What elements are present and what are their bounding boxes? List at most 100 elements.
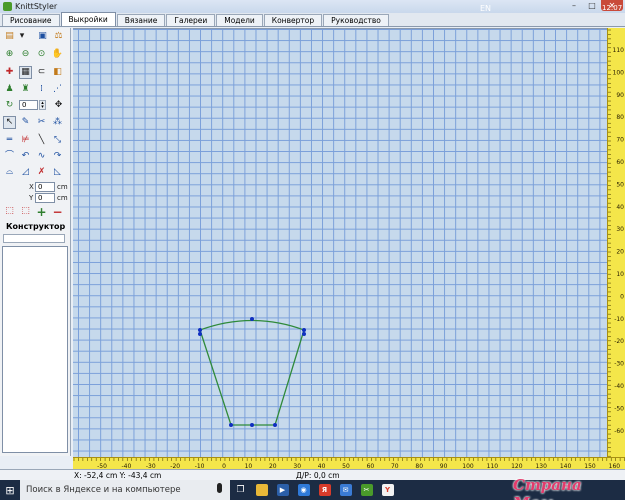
x-unit-label: cm bbox=[57, 183, 68, 191]
x-label: X bbox=[29, 183, 34, 191]
add-point-icon[interactable]: ⁂ bbox=[51, 116, 64, 129]
add-icon[interactable]: + bbox=[35, 205, 48, 218]
taskbar-search[interactable]: Поиск в Яндексе и на компьютере bbox=[20, 480, 230, 500]
link-icon[interactable]: ⊂ bbox=[35, 66, 48, 79]
remove-icon[interactable]: − bbox=[51, 205, 64, 218]
start-icon[interactable]: ⊞ bbox=[0, 480, 20, 500]
shape-left-icon[interactable]: ◿ bbox=[19, 166, 32, 179]
vertical-ruler-label: 20 bbox=[616, 249, 624, 256]
shape-cut-icon[interactable]: ✗ bbox=[35, 166, 48, 179]
figure-alt-icon[interactable]: ♜ bbox=[19, 83, 32, 96]
vertical-ruler-label: -50 bbox=[614, 405, 624, 412]
select-icon[interactable]: ↖ bbox=[3, 116, 16, 129]
select-area-icon[interactable]: ⬚ bbox=[3, 205, 16, 218]
move-icon[interactable]: ✥ bbox=[52, 99, 65, 112]
vertical-ruler-label: 110 bbox=[613, 47, 625, 54]
media-icon[interactable]: ▶ bbox=[272, 480, 293, 500]
microphone-icon[interactable] bbox=[217, 483, 222, 493]
rotate-spinner[interactable]: ▴ ▾ bbox=[39, 100, 46, 110]
tab-models[interactable]: Модели bbox=[216, 14, 263, 26]
yandex-icon[interactable]: Я bbox=[314, 480, 335, 500]
vertical-ruler-label: 60 bbox=[616, 159, 624, 166]
pattern-point[interactable] bbox=[250, 317, 254, 321]
line-x-icon[interactable]: ⊭ bbox=[19, 134, 32, 147]
explorer-icon[interactable] bbox=[251, 480, 272, 500]
vertical-ruler-label: -10 bbox=[614, 316, 624, 323]
pattern-point[interactable] bbox=[198, 328, 202, 332]
folder-dropdown-icon[interactable]: ▾ bbox=[19, 30, 25, 43]
pattern-point[interactable] bbox=[250, 423, 254, 427]
search-placeholder: Поиск в Яндексе и на компьютере bbox=[26, 485, 181, 495]
tab-patterns[interactable]: Выкройки bbox=[60, 12, 116, 26]
line-tool-icon[interactable]: ═ bbox=[3, 134, 16, 147]
scissors-icon[interactable]: ✂ bbox=[35, 116, 48, 129]
vertical-ruler-label: 0 bbox=[620, 293, 624, 300]
pattern-point[interactable] bbox=[198, 332, 202, 336]
clock[interactable]: 12:07 bbox=[602, 4, 622, 12]
curve-left-icon[interactable]: ↶ bbox=[19, 150, 32, 163]
y-coordinate-input[interactable]: 0 bbox=[35, 193, 55, 203]
pattern-point[interactable] bbox=[302, 332, 306, 336]
window-title: KnittStyler bbox=[15, 2, 58, 11]
rotate-angle-input[interactable]: 0 bbox=[19, 100, 38, 110]
yandex-browser-icon[interactable]: Y bbox=[377, 480, 398, 500]
horizontal-ruler: -50 -40 -30 -20 -10 0 10 20 30 40 50 60 70 80 90 100 110… bbox=[73, 457, 625, 469]
tab-knitting[interactable]: Вязание bbox=[116, 14, 166, 26]
vertical-ruler-scale: 1101009080706050403020100-10-20-30-40-50… bbox=[608, 29, 625, 457]
curve-right-icon[interactable]: ↷ bbox=[51, 150, 64, 163]
curve-icon[interactable]: ⌒ bbox=[3, 150, 16, 163]
pattern-point[interactable] bbox=[273, 423, 277, 427]
vertical-ruler-label: 80 bbox=[616, 114, 624, 121]
zoom-out-icon[interactable]: ⊖ bbox=[19, 48, 32, 61]
measure-icon[interactable]: ⚖ bbox=[52, 30, 65, 43]
language-indicator[interactable]: EN bbox=[480, 4, 491, 13]
pen-icon[interactable]: ✎ bbox=[19, 116, 32, 129]
cursor-coordinates: X: -52,4 cm Y: -43,4 cm bbox=[74, 471, 162, 480]
grid-icon[interactable]: ▦ bbox=[19, 66, 32, 79]
length-readout: Д/Р: 0,0 cm bbox=[296, 471, 340, 480]
watermark-text: Страна Мам bbox=[513, 476, 582, 500]
rotate-icon[interactable]: ↻ bbox=[3, 99, 16, 112]
tab-guide[interactable]: Руководство bbox=[323, 14, 389, 26]
vertical-ruler-label: 30 bbox=[616, 226, 624, 233]
vertical-ruler-label: -30 bbox=[614, 361, 624, 368]
cross-icon[interactable]: ✚ bbox=[3, 66, 16, 79]
line-cross-icon[interactable]: ╲ bbox=[35, 134, 48, 147]
y-unit-label: cm bbox=[57, 194, 68, 202]
vertical-ruler-label: 90 bbox=[616, 92, 624, 99]
zoom-fit-icon[interactable]: ⊙ bbox=[35, 48, 48, 61]
task-view-icon[interactable]: ❐ bbox=[230, 480, 251, 500]
curve-mid-icon[interactable]: ∿ bbox=[35, 150, 48, 163]
pattern-canvas[interactable] bbox=[73, 28, 607, 457]
shape-right-icon[interactable]: ◺ bbox=[51, 166, 64, 179]
points-icon[interactable]: ⁞ bbox=[35, 83, 48, 96]
constructor-selector[interactable] bbox=[3, 234, 65, 243]
constructor-list[interactable] bbox=[2, 246, 68, 453]
select-point-icon[interactable]: ⬚ bbox=[19, 205, 32, 218]
pattern-point[interactable] bbox=[302, 328, 306, 332]
x-coordinate-input[interactable]: 0 bbox=[35, 182, 55, 192]
vertical-ruler-label: 10 bbox=[616, 271, 624, 278]
zoom-in-icon[interactable]: ⊕ bbox=[3, 48, 16, 61]
pattern-point[interactable] bbox=[229, 423, 233, 427]
main-tabs: Рисование Выкройки Вязание Галереи Модел… bbox=[0, 12, 625, 27]
shape-icon[interactable]: ⌓ bbox=[3, 166, 16, 179]
hand-icon[interactable]: ✋ bbox=[51, 48, 64, 61]
tab-drawing[interactable]: Рисование bbox=[2, 14, 60, 26]
fill-icon[interactable]: ◧ bbox=[51, 66, 64, 79]
vertical-ruler-label: -40 bbox=[614, 383, 624, 390]
vertical-ruler: 110 100 90 80 70 60 50 40 30 20 10 0 -10 -20 -30 -40 -50… bbox=[607, 28, 625, 457]
tab-galleries[interactable]: Галереи bbox=[166, 14, 216, 26]
line-diag-icon[interactable]: ⤡ bbox=[51, 134, 64, 147]
node-icon[interactable]: ⋰ bbox=[51, 83, 64, 96]
tab-converter[interactable]: Конвертор bbox=[263, 14, 323, 26]
figure-icon[interactable]: ♟ bbox=[3, 83, 16, 96]
save-icon[interactable]: ▣ bbox=[36, 30, 49, 43]
folder-icon[interactable]: ▤ bbox=[3, 30, 16, 43]
maximize-button[interactable]: □ bbox=[583, 0, 601, 11]
knittstyler-task-icon[interactable]: ✂ bbox=[356, 480, 377, 500]
minimize-button[interactable]: – bbox=[565, 0, 583, 11]
browser-icon[interactable]: ◉ bbox=[293, 480, 314, 500]
vertical-ruler-label: 40 bbox=[616, 204, 624, 211]
mail-icon[interactable]: ✉ bbox=[335, 480, 356, 500]
